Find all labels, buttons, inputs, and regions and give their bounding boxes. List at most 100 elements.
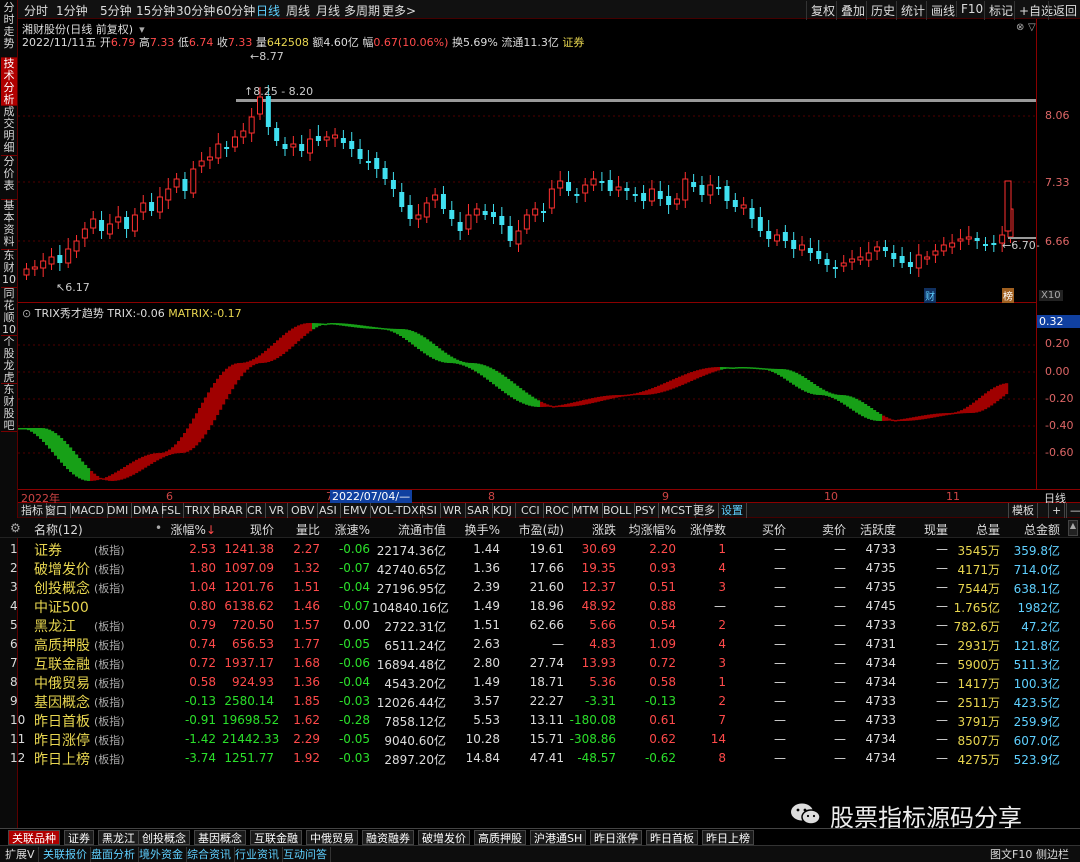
overlay-button[interactable]: 叠加 [836,1,869,20]
table-row[interactable]: 1 证券 (板指) 2.53 1241.38 2.27 -0.06 22174.36亿 1.44… [0,540,1080,559]
col-cur-vol[interactable]: 现量 [916,521,948,538]
indicator-tab[interactable]: CCI [518,503,544,518]
status-link[interactable]: 盘面分析 [88,847,139,862]
kline-pane[interactable]: 湘财股份(日线 前复权) ▾ 2022/11/11五 开6.79 高7.33 低6… [18,19,1040,303]
indicator-tab[interactable]: CR [244,503,267,518]
fuquan-button[interactable]: 复权 [806,1,839,20]
related-tab[interactable]: 昨日涨停 [590,830,642,845]
left-tab[interactable]: 成交明细 [1,106,17,156]
indicator-tab[interactable]: FSL [158,503,185,518]
table-row[interactable]: 6 高质押股 (板指) 0.74 656.53 1.77 -0.05 6511.24亿 2.63… [0,635,1080,654]
period-daily[interactable]: 日线 [256,2,280,19]
indicator-tab[interactable]: 设置 [718,503,747,518]
indicator-tab[interactable]: DMI [104,503,133,518]
f10-button[interactable]: F10 [956,1,987,17]
indicator-tab[interactable]: MTM [570,503,603,518]
related-tab[interactable]: 中俄贸易 [306,830,358,845]
indicator-tab[interactable]: RSI [416,503,441,518]
left-tab[interactable]: 分价表 [1,156,17,200]
left-tab[interactable]: 技术分析 [1,58,17,106]
table-row[interactable]: 12 昨日上榜 (板指) -3.74 1251.77 1.92 -0.03 2897.20亿 1… [0,749,1080,768]
col-pe[interactable]: 市盈(动) [506,521,564,538]
col-ask[interactable]: 卖价 [814,521,846,538]
period-15min[interactable]: 15分钟 [136,2,175,19]
related-tab[interactable]: 互联金融 [250,830,302,845]
indicator-tab[interactable]: SAR [464,503,494,518]
table-row[interactable]: 7 互联金融 (板指) 0.72 1937.17 1.68 -0.06 16894.48亿 2.… [0,654,1080,673]
table-row[interactable]: 8 中俄贸易 (板指) 0.58 924.93 1.36 -0.04 4543.20亿 1.49… [0,673,1080,692]
related-tab[interactable]: 高质押股 [474,830,526,845]
finance-marker[interactable]: 财 [924,288,936,303]
related-tab[interactable]: 昨日首板 [646,830,698,845]
indicator-tab[interactable]: BOLL [600,503,636,518]
col-total-vol[interactable]: 总量 [966,521,1000,538]
col-change-pct[interactable]: 涨幅%↓ [170,521,216,538]
scroll-up-icon[interactable]: ▲ [1068,520,1078,536]
left-tab[interactable]: 分时走势 [1,2,17,58]
related-tab[interactable]: 关联品种 [8,830,60,845]
period-5min[interactable]: 5分钟 [100,2,132,19]
trix-pane[interactable]: ⊙ TRIX秀才趋势 TRIX:-0.06 MATRIX:-0.17 [18,303,1036,489]
col-limit-up[interactable]: 涨停数 [684,521,726,538]
period-1min[interactable]: 1分钟 [56,2,88,19]
period-30min[interactable]: 30分钟 [176,2,215,19]
close-pane-icon[interactable]: ⊗ [1016,22,1024,33]
indicator-tab[interactable]: WR [440,503,466,518]
col-vol-ratio[interactable]: 量比 [282,521,320,538]
table-row[interactable]: 9 基因概念 (板指) -0.13 2580.14 1.85 -0.03 12026.44亿 3… [0,692,1080,711]
left-tab[interactable]: 基本资料 [1,200,17,250]
indicator-tab[interactable]: MACD [68,503,108,518]
table-row[interactable]: 10 昨日首板 (板指) -0.91 19698.52 1.62 -0.28 7858.12亿… [0,711,1080,730]
stats-button[interactable]: 统计 [896,1,929,20]
indicator-tool-button[interactable]: — [1066,503,1080,518]
related-tab[interactable]: 黑龙江 [98,830,139,845]
col-activity[interactable]: 活跃度 [852,521,896,538]
left-tab[interactable]: 东财10 [1,250,17,288]
period-fenshi[interactable]: 分时 [24,2,48,19]
period-weekly[interactable]: 周线 [286,2,310,19]
indicator-tab[interactable]: EMV [340,503,371,518]
indicator-tab[interactable]: 窗口 [42,503,71,518]
col-turnover[interactable]: 换手% [456,521,500,538]
gear-icon[interactable]: ⚙ [10,521,21,535]
period-more[interactable]: 更多> [382,2,416,19]
sidebar-toggle[interactable]: 侧边栏≫ [1036,846,1080,862]
status-link[interactable]: 关联报价 [40,847,91,862]
table-row[interactable]: 4 中证500 0.80 6138.62 1.46 -0.07 104840.16亿 1.49… [0,597,1080,616]
back-button[interactable]: 返回 [1048,1,1080,20]
status-link[interactable]: 扩展V [2,847,39,862]
settings-icon[interactable]: ⊙ [22,307,31,320]
related-tab[interactable]: 创投概念 [138,830,190,845]
indicator-tab[interactable]: OBV [288,503,319,518]
indicator-tab[interactable]: ASI [316,503,341,518]
draw-button[interactable]: 画线 [926,1,959,20]
zoom-indicator[interactable]: X10 [1039,290,1063,301]
status-link[interactable]: 互动问答 [280,847,331,862]
indicator-tab[interactable]: BRAR [210,503,247,518]
col-speed[interactable]: 涨速% [326,521,370,538]
indicator-tab[interactable]: KDJ [490,503,516,518]
left-tab[interactable]: 同花顺10 [1,288,17,336]
table-row[interactable]: 3 创投概念 (板指) 1.04 1201.76 1.51 -0.04 27196.95亿 2.… [0,578,1080,597]
related-tab[interactable]: 融资融券 [362,830,414,845]
period-multi[interactable]: 多周期 [344,2,380,19]
mark-button[interactable]: 标记 [984,1,1017,20]
collapse-pane-icon[interactable]: ▽ [1028,22,1036,33]
indicator-tab[interactable]: VR [266,503,289,518]
col-float-mv[interactable]: 流通市值 [390,521,446,538]
col-bid[interactable]: 买价 [754,521,786,538]
col-change[interactable]: 涨跌 [580,521,616,538]
left-tab[interactable]: 个股龙虎 [1,336,17,384]
indicator-tool-button[interactable]: + [1048,503,1066,518]
indicator-tab[interactable]: 更多 [690,503,719,518]
related-tab[interactable]: 证券 [64,830,94,845]
indicator-tab[interactable]: ROC [542,503,573,518]
history-button[interactable]: 历史 [866,1,899,20]
indicator-tab[interactable]: PSY [632,503,660,518]
period-60min[interactable]: 60分钟 [216,2,255,19]
indicator-tab[interactable]: VOL-TDX [368,503,423,518]
related-tab[interactable]: 昨日上榜 [702,830,754,845]
rank-marker[interactable]: 榜 [1002,288,1014,303]
status-link[interactable]: 行业资讯 [232,847,283,862]
period-monthly[interactable]: 月线 [316,2,340,19]
